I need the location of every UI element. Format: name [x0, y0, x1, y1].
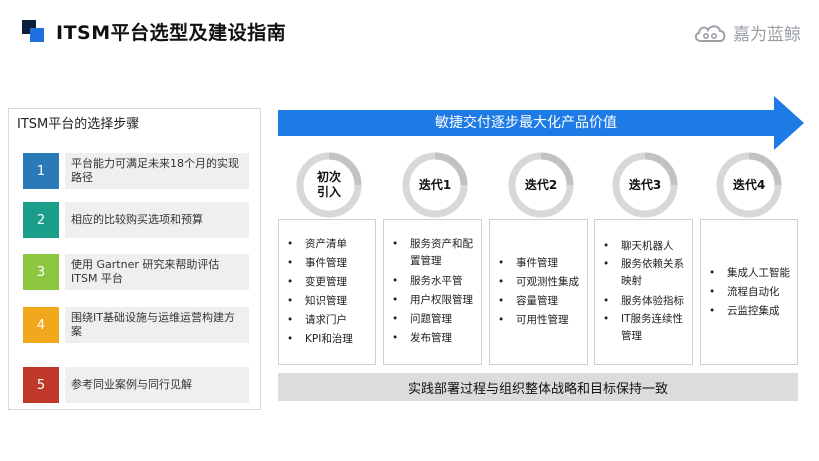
step-number: 3: [23, 254, 59, 290]
phase-label: 迭代2: [524, 177, 558, 192]
phase-item: 变更管理: [287, 273, 375, 292]
phase-item: 事件管理: [498, 254, 587, 273]
phase-item: 请求门户: [287, 311, 375, 330]
alignment-bar: 实践部署过程与组织整体战略和目标保持一致: [278, 373, 798, 401]
step-number: 1: [23, 153, 59, 189]
phase-item: 用户权限管理: [392, 291, 481, 310]
step-number: 2: [23, 202, 59, 238]
phase-box-iteration-4: 集成人工智能 流程自动化 云监控集成: [700, 219, 798, 365]
phase-item: 服务资产和配置管理: [392, 236, 481, 270]
phase-item: 集成人工智能: [709, 264, 797, 283]
phase-box-iteration-1: 服务资产和配置管理 服务水平管 用户权限管理 问题管理 发布管理: [383, 219, 482, 365]
phase-item: 流程自动化: [709, 283, 797, 302]
phase-item: 云监控集成: [709, 302, 797, 321]
phase-item: 可用性管理: [498, 311, 587, 330]
selection-steps-panel: ITSM平台的选择步骤 1 平台能力可满足未来18个月的实现路径 2 相应的比较…: [8, 108, 261, 410]
phase-label: 迭代1: [418, 177, 452, 192]
step-text: 平台能力可满足未来18个月的实现路径: [65, 153, 249, 189]
phase-item: 资产清单: [287, 235, 375, 254]
cloud-logo-icon: [694, 24, 726, 42]
phase-label: 迭代3: [628, 177, 662, 192]
phase-item: 聊天机器人: [603, 237, 692, 256]
phase-item: 服务体验指标: [603, 292, 692, 311]
step-item: 3 使用 Gartner 研究来帮助评估 ITSM 平台: [23, 254, 249, 290]
brand-name: 嘉为蓝鲸: [733, 25, 801, 45]
phase-circle-iteration-1: 迭代1: [402, 152, 468, 218]
phase-item: IT服务连续性管理: [603, 311, 692, 345]
phase-item: KPI和治理: [287, 330, 375, 349]
step-number: 4: [23, 307, 59, 343]
title-logo-icon: [22, 20, 44, 42]
phase-box-iteration-3: 聊天机器人 服务依赖关系映射 服务体验指标 IT服务连续性管理: [594, 219, 693, 365]
step-text: 围绕IT基础设施与运维运营构建方案: [65, 307, 249, 343]
step-text: 相应的比较购买选项和预算: [65, 202, 249, 238]
phase-item: 可观测性集成: [498, 273, 587, 292]
phase-circle-iteration-4: 迭代4: [716, 152, 782, 218]
phase-circle-iteration-2: 迭代2: [508, 152, 574, 218]
phase-item: 知识管理: [287, 292, 375, 311]
phase-item: 问题管理: [392, 310, 481, 329]
arrow-label: 敏捷交付逐步最大化产品价值: [435, 115, 617, 131]
phase-label: 迭代4: [732, 177, 766, 192]
step-text: 使用 Gartner 研究来帮助评估 ITSM 平台: [65, 254, 249, 290]
step-item: 1 平台能力可满足未来18个月的实现路径: [23, 153, 249, 189]
phase-item: 事件管理: [287, 254, 375, 273]
phase-box-initial: 资产清单 事件管理 变更管理 知识管理 请求门户 KPI和治理: [278, 219, 376, 365]
phase-label: 初次 引入: [316, 170, 341, 199]
phase-item: 发布管理: [392, 329, 481, 348]
step-text: 参考同业案例与同行见解: [65, 367, 249, 403]
brand-logo: 嘉为蓝鲸: [693, 20, 801, 45]
page-title: ITSM平台选型及建设指南: [56, 22, 287, 44]
phase-box-iteration-2: 事件管理 可观测性集成 容量管理 可用性管理: [489, 219, 588, 365]
step-number: 5: [23, 367, 59, 403]
phase-circle-initial: 初次 引入: [296, 152, 362, 218]
phase-item: 服务依赖关系映射: [603, 256, 692, 290]
phase-circle-iteration-3: 迭代3: [612, 152, 678, 218]
step-item: 5 参考同业案例与同行见解: [23, 367, 249, 403]
phase-item: 服务水平管: [392, 272, 481, 291]
step-item: 4 围绕IT基础设施与运维运营构建方案: [23, 307, 249, 343]
steps-panel-title: ITSM平台的选择步骤: [17, 117, 140, 132]
phase-item: 容量管理: [498, 292, 587, 311]
step-item: 2 相应的比较购买选项和预算: [23, 202, 249, 238]
